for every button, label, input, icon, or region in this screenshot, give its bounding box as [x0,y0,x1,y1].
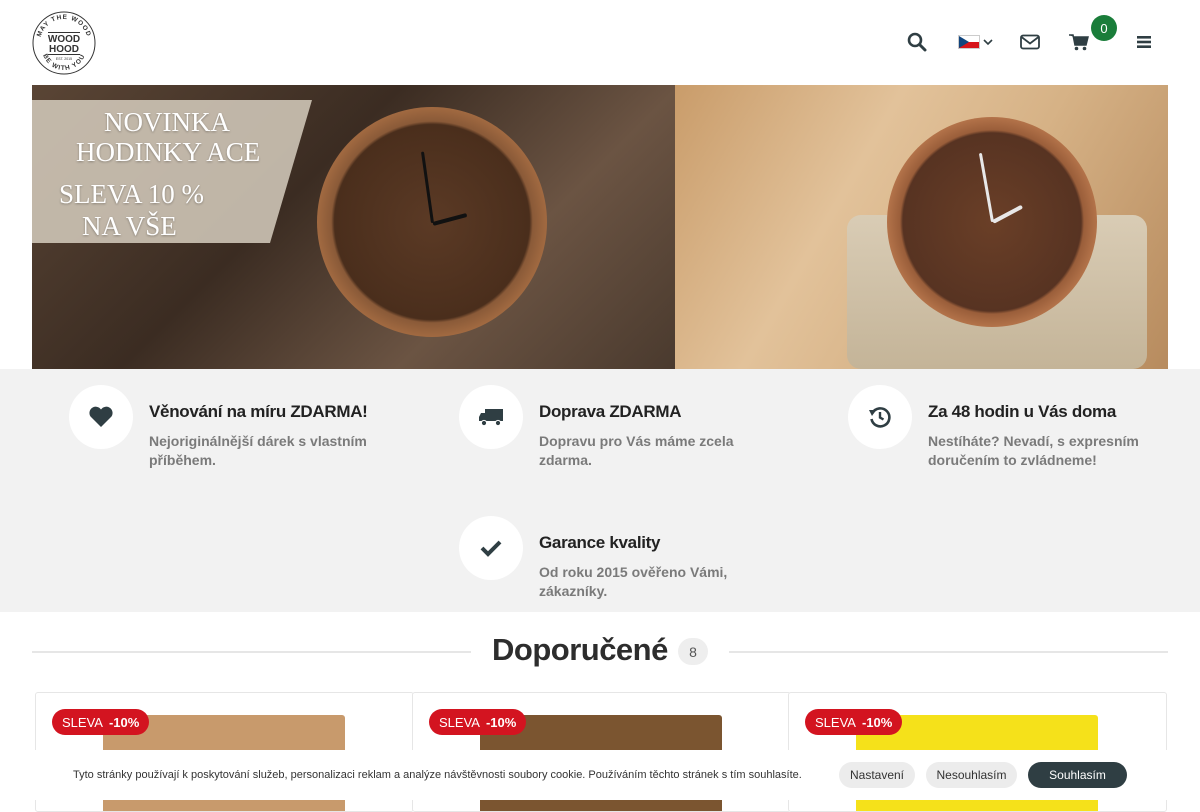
feature-item: Garance kvality Od roku 2015 ověřeno Vám… [459,516,779,606]
section-count-badge: 8 [678,638,708,665]
logo-hood: HOOD [49,44,79,55]
cookie-text: Tyto stránky používají k poskytování slu… [73,769,802,781]
watch-left-image [317,107,547,337]
feature-title: Věnování na míru ZDARMA! [149,402,368,421]
history-icon [848,385,912,449]
section-title: Doporučené [492,632,668,667]
sale-badge: SLEVA -10% [805,709,903,735]
chevron-down-icon[interactable] [981,30,995,54]
feature-desc: Nejoriginálnější dárek s vlastním příběh… [149,433,367,468]
feature-desc: Nestíháte? Nevadí, s expresním doručením… [928,433,1139,468]
sale-badge: SLEVA -10% [52,709,150,735]
divider [729,651,1168,653]
menu-icon[interactable] [1132,30,1156,54]
truck-icon [459,385,523,449]
flag-cz-icon[interactable] [958,35,980,49]
envelope-icon[interactable] [1018,30,1042,54]
recommended-heading: Doporučené 8 [32,630,1168,674]
watch-right-image [887,117,1097,327]
feature-title: Doprava ZDARMA [539,402,682,421]
sale-badge: SLEVA -10% [429,709,527,735]
promo-line-3: SLEVA 10 % [59,179,205,209]
cookie-decline-button[interactable]: Nesouhlasím [926,762,1017,788]
cookie-accept-button[interactable]: Souhlasím [1028,762,1127,788]
heart-icon [69,385,133,449]
feature-title: Garance kvality [539,533,661,552]
feature-desc: Od roku 2015 ověřeno Vámi, zákazníky. [539,564,728,599]
feature-title: Za 48 hodin u Vás doma [928,402,1116,421]
promo-line-1: NOVINKA [104,107,230,137]
feature-item: Za 48 hodin u Vás doma Nestíháte? Nevadí… [848,385,1168,475]
cookie-settings-button[interactable]: Nastavení [839,762,915,788]
cart-icon[interactable] [1067,30,1091,54]
divider [32,651,471,653]
cookie-bar: Tyto stránky používají k poskytování slu… [0,750,1200,800]
feature-item: Doprava ZDARMA Dopravu pro Vás máme zcel… [459,385,779,475]
feature-item: Věnování na míru ZDARMA! Nejoriginálnějš… [69,385,389,475]
promo-line-4: NA VŠE [82,211,177,241]
search-icon[interactable] [905,30,929,54]
hero-banner[interactable]: NOVINKA HODINKY ACE SLEVA 10 % NA VŠE [32,85,1168,369]
logo[interactable]: MAY THE WOOD BE WITH YOU WOOD HOOD EST. … [31,10,97,76]
features-section: Věnování na míru ZDARMA! Nejoriginálnějš… [0,369,1200,612]
site-header: MAY THE WOOD BE WITH YOU WOOD HOOD EST. … [0,0,1200,85]
check-icon [459,516,523,580]
feature-desc: Dopravu pro Vás máme zcela zdarma. [539,433,734,468]
cart-count-badge[interactable]: 0 [1091,15,1117,41]
promo-line-2: HODINKY ACE [76,137,261,167]
logo-est: EST. 2015 [56,57,72,61]
